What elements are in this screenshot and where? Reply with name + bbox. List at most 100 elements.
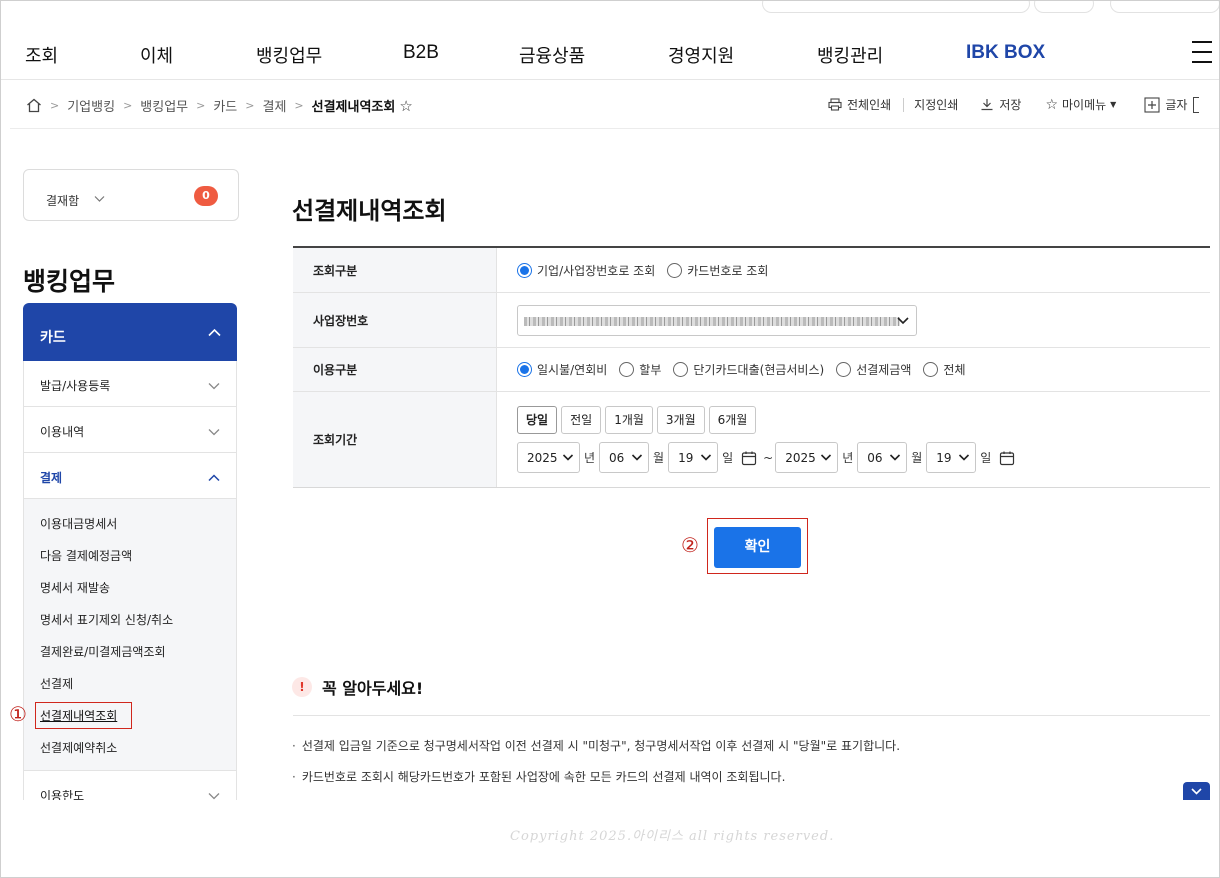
from-day-select[interactable]: 19: [668, 442, 719, 473]
submenu-item[interactable]: 명세서 표기제외 신청/취소: [40, 611, 173, 628]
scroll-top-button[interactable]: [1183, 782, 1210, 800]
inquiry-type-label: 조회구분: [293, 248, 497, 292]
page-tools: 전체인쇄 지정인쇄 저장 ☆ 마이메뉴 ▼ 글자: [828, 96, 1211, 113]
notice-heading: ! 꼭 알아두세요!: [292, 675, 423, 699]
from-year-select[interactable]: 2025: [517, 442, 580, 473]
period-6month-button[interactable]: 6개월: [708, 406, 757, 434]
radio-unchecked-icon: [923, 362, 939, 377]
gnb-item-banking-admin[interactable]: 뱅킹관리: [817, 42, 883, 68]
submenu-item[interactable]: 다음 결제예정금액: [40, 547, 132, 564]
sidebar-item-issue[interactable]: 발급/사용등록: [23, 361, 237, 407]
radio-card-no[interactable]: 카드번호로 조회: [667, 262, 768, 279]
breadcrumb-current: 선결제내역조회: [311, 100, 396, 115]
chevron-down-icon: [958, 449, 970, 468]
font-size-button[interactable]: 글자: [1144, 96, 1200, 113]
from-month-select[interactable]: 06: [599, 442, 650, 473]
approval-inbox[interactable]: 결재함 0: [23, 169, 239, 221]
period-today-button[interactable]: 당일: [517, 406, 558, 434]
chevron-down-icon: [889, 449, 901, 468]
radio-lump-sum[interactable]: 일시불/연회비: [517, 361, 607, 378]
top-utility-button[interactable]: [1110, 0, 1220, 13]
gnb-item-products[interactable]: 금융상품: [519, 42, 585, 68]
unit-day: 일: [980, 451, 992, 465]
to-year-select[interactable]: 2025: [775, 442, 839, 473]
radio-checked-icon: [517, 362, 532, 377]
chevron-down-icon: [208, 379, 220, 393]
minus-box-icon[interactable]: [1193, 96, 1200, 113]
sidebar-item-card[interactable]: 카드: [23, 303, 237, 361]
chevron-down-icon: [94, 192, 105, 206]
star-icon[interactable]: ☆: [399, 97, 412, 115]
breadcrumb-item[interactable]: 기업뱅킹: [67, 96, 115, 115]
chevron-up-icon: [208, 325, 221, 341]
confirm-button[interactable]: 확인: [714, 527, 801, 568]
radio-prepayment[interactable]: 선결제금액: [836, 361, 911, 378]
range-separator: ~: [763, 450, 774, 465]
sidebar-item-payment[interactable]: 결제: [23, 453, 237, 499]
breadcrumb-item[interactable]: 결제: [262, 96, 286, 115]
chevron-down-icon: [820, 449, 832, 468]
calendar-icon[interactable]: [741, 450, 757, 466]
top-utility-bar: [762, 0, 1220, 14]
notice-item: 선결제 입금일 기준으로 청구명세서작업 이전 선결제 시 "미청구", 청구명…: [292, 737, 900, 754]
business-no-select[interactable]: [517, 304, 917, 336]
chevron-down-icon: [208, 789, 220, 800]
save-button[interactable]: 저장: [980, 96, 1021, 113]
submenu-item[interactable]: 이용대금명세서: [40, 515, 117, 532]
period-label: 조회기간: [293, 392, 497, 487]
chevron-down-icon: [631, 449, 643, 468]
submenu-item[interactable]: 결제완료/미결제금액조회: [40, 643, 165, 660]
breadcrumb: > 기업뱅킹 > 뱅킹업무 > 카드 > 결제 > 선결제내역조회 ☆: [26, 96, 413, 115]
print-selected-button[interactable]: 지정인쇄: [914, 96, 958, 113]
unit-day: 일: [722, 451, 734, 465]
print-all-button[interactable]: 전체인쇄: [828, 96, 891, 113]
breadcrumb-bar: > 기업뱅킹 > 뱅킹업무 > 카드 > 결제 > 선결제내역조회 ☆ 전체인쇄…: [10, 80, 1220, 129]
gnb-item-management[interactable]: 경영지원: [668, 42, 734, 68]
period-1month-button[interactable]: 1개월: [605, 406, 653, 434]
home-icon[interactable]: [26, 98, 42, 113]
to-day-select[interactable]: 19: [926, 442, 977, 473]
calendar-icon[interactable]: [999, 450, 1015, 466]
gnb-item-ibk-box[interactable]: IBK BOX: [966, 42, 1045, 64]
period-yesterday-button[interactable]: 전일: [561, 406, 602, 434]
radio-all[interactable]: 전체: [923, 361, 966, 378]
submenu-item[interactable]: 선결제예약취소: [40, 739, 117, 756]
period-3month-button[interactable]: 3개월: [656, 406, 705, 434]
top-search-box[interactable]: [762, 0, 1030, 13]
masked-value: [524, 316, 900, 326]
radio-cash-advance[interactable]: 단기카드대출(현금서비스): [673, 361, 824, 378]
to-month-select[interactable]: 06: [857, 442, 908, 473]
gnb-item-banking[interactable]: 뱅킹업무: [256, 42, 322, 68]
my-menu-button[interactable]: ☆ 마이메뉴 ▼: [1045, 96, 1116, 113]
star-icon: ☆: [1045, 96, 1058, 113]
unit-year: 년: [842, 451, 854, 465]
top-utility-button[interactable]: [1034, 0, 1094, 13]
radio-unchecked-icon: [836, 362, 852, 377]
divider: [293, 715, 1210, 716]
chevron-down-icon: [700, 449, 712, 468]
sidebar-item-usage[interactable]: 이용내역: [23, 407, 237, 453]
sidebar-item-limit[interactable]: 이용한도: [23, 771, 237, 800]
breadcrumb-item[interactable]: 카드: [213, 96, 237, 115]
gnb-item-inquiry[interactable]: 조회: [25, 42, 58, 68]
radio-unchecked-icon: [667, 262, 683, 278]
submenu-item[interactable]: 선결제: [40, 675, 73, 692]
step-marker: ①: [9, 702, 27, 726]
search-form: 조회구분 기업/사업장번호로 조회 카드번호로 조회 사업장번호 이용구분 일시…: [293, 246, 1210, 488]
radio-business-no[interactable]: 기업/사업장번호로 조회: [517, 262, 655, 279]
page-title: 선결제내역조회: [292, 197, 447, 225]
business-no-label: 사업장번호: [293, 293, 497, 347]
chevron-down-icon: [562, 449, 574, 468]
watermark: Copyright 2025.아이리스 all rights reserved.: [510, 829, 835, 844]
radio-installment[interactable]: 할부: [619, 361, 661, 378]
inbox-count-badge: 0: [194, 186, 218, 206]
printer-icon: [828, 98, 842, 111]
gnb-item-b2b[interactable]: B2B: [403, 42, 439, 64]
submenu-item[interactable]: 명세서 재발송: [40, 579, 110, 596]
gnb-item-transfer[interactable]: 이체: [140, 42, 173, 68]
menu-icon[interactable]: [1192, 41, 1212, 63]
download-icon: [981, 99, 993, 111]
sidebar-title: 뱅킹업무: [23, 267, 116, 296]
breadcrumb-item[interactable]: 뱅킹업무: [140, 96, 188, 115]
usage-type-label: 이용구분: [293, 348, 497, 391]
